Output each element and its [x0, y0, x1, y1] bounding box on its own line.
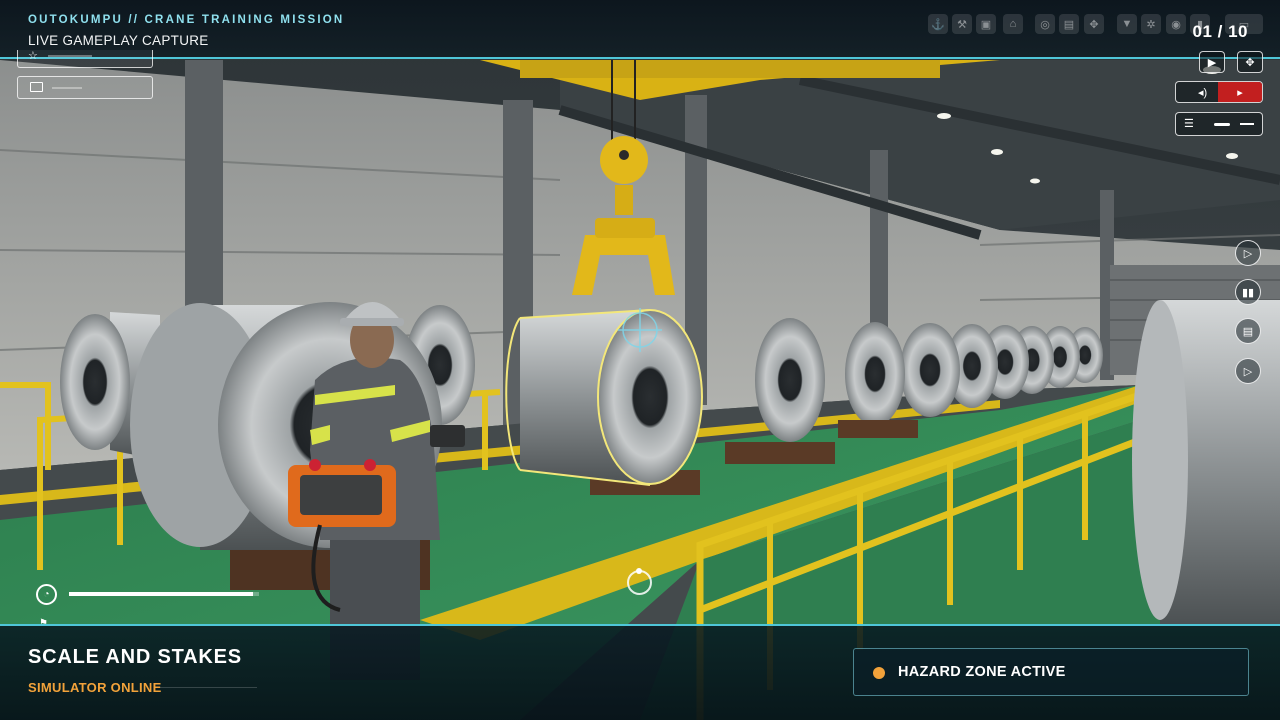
scene-subtitle: SIMULATOR ONLINE	[28, 680, 162, 695]
log-meter	[52, 87, 82, 89]
objective-meter	[48, 55, 92, 57]
minus-icon	[1240, 123, 1254, 125]
volume-control[interactable]: ◂) ▸	[1175, 81, 1263, 103]
target-coil	[505, 309, 703, 495]
wrench-icon[interactable]: ⚒	[952, 14, 972, 34]
scene-title: SCALE AND STAKES	[28, 646, 242, 668]
capture-label: LIVE GAMEPLAY CAPTURE	[28, 33, 209, 48]
filter-icon[interactable]: ▼	[1117, 14, 1137, 34]
mission-label: OUTOKUMPU // CRANE TRAINING MISSION	[28, 14, 345, 26]
playback-progress[interactable]	[69, 592, 259, 596]
subtitle-divider	[160, 687, 257, 688]
fullscreen-button[interactable]: ✥	[1237, 51, 1263, 73]
hook-icon[interactable]: ⚓	[928, 14, 948, 34]
timer-icon: ◔	[36, 584, 57, 605]
camera-icon[interactable]: ◉	[1166, 14, 1186, 34]
settings-icon[interactable]: ✲	[1141, 14, 1161, 34]
hazard-indicator-dot	[873, 667, 885, 679]
menu-icon: ☰	[1184, 118, 1194, 130]
play-icon[interactable]: ▷	[1235, 240, 1261, 266]
play-button[interactable]: ▶	[1199, 51, 1225, 73]
star-icon: ☆	[28, 50, 38, 62]
audio-wave-icon[interactable]: ▮▮	[1235, 279, 1261, 305]
book-icon[interactable]: ▤	[1059, 14, 1079, 34]
speaker-icon: ◂)	[1198, 86, 1208, 99]
playback-progress-fill	[69, 592, 254, 596]
log-panel[interactable]	[17, 76, 153, 99]
warehouse-scene	[0, 0, 1280, 720]
hazard-status-panel: HAZARD ZONE ACTIVE	[853, 648, 1249, 696]
message-icon	[30, 82, 43, 92]
box-icon[interactable]: ▣	[976, 14, 996, 34]
gamepad-icon[interactable]: ✥	[1084, 14, 1104, 34]
quality-slider	[1214, 123, 1230, 126]
reticle-cursor	[627, 568, 652, 595]
objective-panel[interactable]: ☆	[17, 50, 153, 68]
coil-icon[interactable]: ◎	[1035, 14, 1055, 34]
battery-icon[interactable]: ▮	[1190, 14, 1210, 34]
keyboard-icon[interactable]: ▭	[1225, 14, 1263, 34]
top-hud-bar: OUTOKUMPU // CRANE TRAINING MISSION LIVE…	[0, 0, 1280, 59]
document-icon[interactable]: ▤	[1235, 318, 1261, 344]
hazard-status-text: HAZARD ZONE ACTIVE	[898, 664, 1066, 680]
quality-control[interactable]: ☰	[1175, 112, 1263, 136]
record-indicator: ▸	[1218, 82, 1262, 102]
building-icon[interactable]: ⌂	[1003, 14, 1023, 34]
bottom-info-bar: SCALE AND STAKES SIMULATOR ONLINE HAZARD…	[0, 624, 1280, 720]
game-viewport[interactable]	[0, 0, 1280, 720]
next-icon[interactable]: ▷	[1235, 358, 1261, 384]
